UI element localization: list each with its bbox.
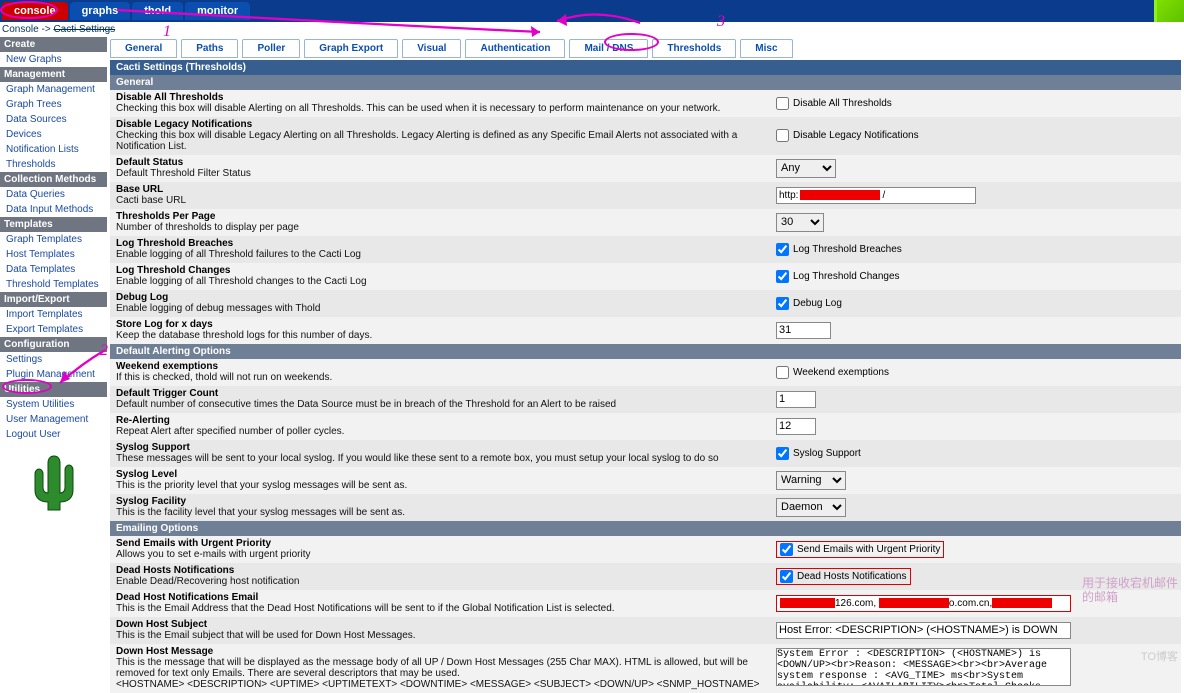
stab-general[interactable]: General: [110, 39, 177, 58]
chk-disable-all[interactable]: [776, 97, 789, 110]
lbl-status: Default Status: [116, 157, 776, 168]
nav-import-templates[interactable]: Import Templates: [0, 307, 107, 322]
lbl-legacy: Disable Legacy Notifications: [116, 119, 776, 130]
lbl-syslog: Syslog Support: [116, 442, 776, 453]
section-title: Cacti Settings (Thresholds): [110, 60, 1181, 75]
sel-syslogfac[interactable]: Daemon: [776, 498, 846, 517]
lbl-sysloglvl: Syslog Level: [116, 469, 776, 480]
stab-thresholds[interactable]: Thresholds: [652, 39, 736, 58]
lbl-deademail: Dead Host Notifications Email: [116, 592, 776, 603]
side-head-configuration: Configuration: [0, 337, 107, 352]
lbl-deadnotif: Dead Hosts Notifications: [116, 565, 776, 576]
tab-graphs[interactable]: graphs: [70, 2, 131, 20]
tab-monitor[interactable]: monitor: [185, 2, 250, 20]
lbl-storelog: Store Log for x days: [116, 319, 776, 330]
nav-threshold-templates[interactable]: Threshold Templates: [0, 277, 107, 292]
txt-trigger[interactable]: [776, 391, 816, 408]
nav-thresholds[interactable]: Thresholds: [0, 157, 107, 172]
annotation-note: 用于接收宕机邮件的邮箱: [1082, 576, 1182, 605]
nav-devices[interactable]: Devices: [0, 127, 107, 142]
nav-data-sources[interactable]: Data Sources: [0, 112, 107, 127]
chk-syslog[interactable]: [776, 447, 789, 460]
side-head-importexport: Import/Export: [0, 292, 107, 307]
chk-urgent[interactable]: [780, 543, 793, 556]
txt-downmsg[interactable]: [776, 648, 1071, 686]
lbl-perpage: Thresholds Per Page: [116, 211, 776, 222]
subsection-general: General: [110, 75, 1181, 90]
nav-new-graphs[interactable]: New Graphs: [0, 52, 107, 67]
lbl-debug: Debug Log: [116, 292, 776, 303]
chk-logchange[interactable]: [776, 270, 789, 283]
nav-user-management[interactable]: User Management: [0, 412, 107, 427]
nav-notification-lists[interactable]: Notification Lists: [0, 142, 107, 157]
lbl-syslogfac: Syslog Facility: [116, 496, 776, 507]
sidebar: Create New Graphs Management Graph Manag…: [0, 37, 107, 693]
logo-corner: [1154, 0, 1184, 22]
nav-system-utilities[interactable]: System Utilities: [0, 397, 107, 412]
annotation-2: 2: [100, 342, 108, 360]
stab-paths[interactable]: Paths: [181, 39, 238, 58]
side-head-templates: Templates: [0, 217, 107, 232]
lbl-urgent: Send Emails with Urgent Priority: [116, 538, 776, 549]
subsection-alerting: Default Alerting Options: [110, 344, 1181, 359]
lbl-weekend: Weekend exemptions: [116, 361, 776, 372]
nav-logout[interactable]: Logout User: [0, 427, 107, 442]
chk-weekend[interactable]: [776, 366, 789, 379]
chk-deadnotif[interactable]: [780, 570, 793, 583]
stab-poller[interactable]: Poller: [242, 39, 300, 58]
txt-realert[interactable]: [776, 418, 816, 435]
txt-storelog[interactable]: [776, 322, 831, 339]
lbl-trigger: Default Trigger Count: [116, 388, 776, 399]
lbl-logbreach: Log Threshold Breaches: [116, 238, 776, 249]
nav-data-queries[interactable]: Data Queries: [0, 187, 107, 202]
sel-sysloglvl[interactable]: Warning: [776, 471, 846, 490]
stab-misc[interactable]: Misc: [740, 39, 792, 58]
side-head-utilities: Utilities: [0, 382, 107, 397]
lbl-logchange: Log Threshold Changes: [116, 265, 776, 276]
annotation-3: 3: [717, 13, 725, 31]
nav-graph-trees[interactable]: Graph Trees: [0, 97, 107, 112]
tab-console[interactable]: console: [2, 2, 68, 20]
stab-mail-dns[interactable]: Mail / DNS: [569, 39, 648, 58]
watermark: TO博客: [1141, 648, 1178, 664]
nav-data-templates[interactable]: Data Templates: [0, 262, 107, 277]
top-nav: console graphs thold monitor: [0, 0, 1184, 22]
chk-legacy[interactable]: [776, 129, 789, 142]
side-head-create: Create: [0, 37, 107, 52]
stab-authentication[interactable]: Authentication: [465, 39, 565, 58]
txt-downsubj[interactable]: [776, 622, 1071, 639]
nav-host-templates[interactable]: Host Templates: [0, 247, 107, 262]
nav-settings[interactable]: Settings: [0, 352, 107, 367]
lbl-downsubj: Down Host Subject: [116, 619, 776, 630]
side-head-management: Management: [0, 67, 107, 82]
nav-export-templates[interactable]: Export Templates: [0, 322, 107, 337]
settings-tabs: General Paths Poller Graph Export Visual…: [110, 37, 1181, 60]
nav-graph-templates[interactable]: Graph Templates: [0, 232, 107, 247]
breadcrumb: Console -> Cacti Settings: [0, 22, 1184, 37]
side-head-collection: Collection Methods: [0, 172, 107, 187]
lbl-baseurl: Base URL: [116, 184, 776, 195]
lbl-disable-all: Disable All Thresholds: [116, 92, 776, 103]
nav-data-input[interactable]: Data Input Methods: [0, 202, 107, 217]
stab-visual[interactable]: Visual: [402, 39, 461, 58]
annotation-1: 1: [163, 23, 171, 41]
nav-plugin-management[interactable]: Plugin Management: [0, 367, 107, 382]
subsection-emailing: Emailing Options: [110, 521, 1181, 536]
lbl-realert: Re-Alerting: [116, 415, 776, 426]
cactus-logo: [0, 452, 107, 519]
sel-perpage[interactable]: 30: [776, 213, 824, 232]
chk-debug[interactable]: [776, 297, 789, 310]
nav-graph-management[interactable]: Graph Management: [0, 82, 107, 97]
lbl-downmsg: Down Host Message: [116, 646, 776, 657]
chk-logbreach[interactable]: [776, 243, 789, 256]
stab-graph-export[interactable]: Graph Export: [304, 39, 398, 58]
sel-status[interactable]: Any: [776, 159, 836, 178]
tab-thold[interactable]: thold: [132, 2, 183, 20]
